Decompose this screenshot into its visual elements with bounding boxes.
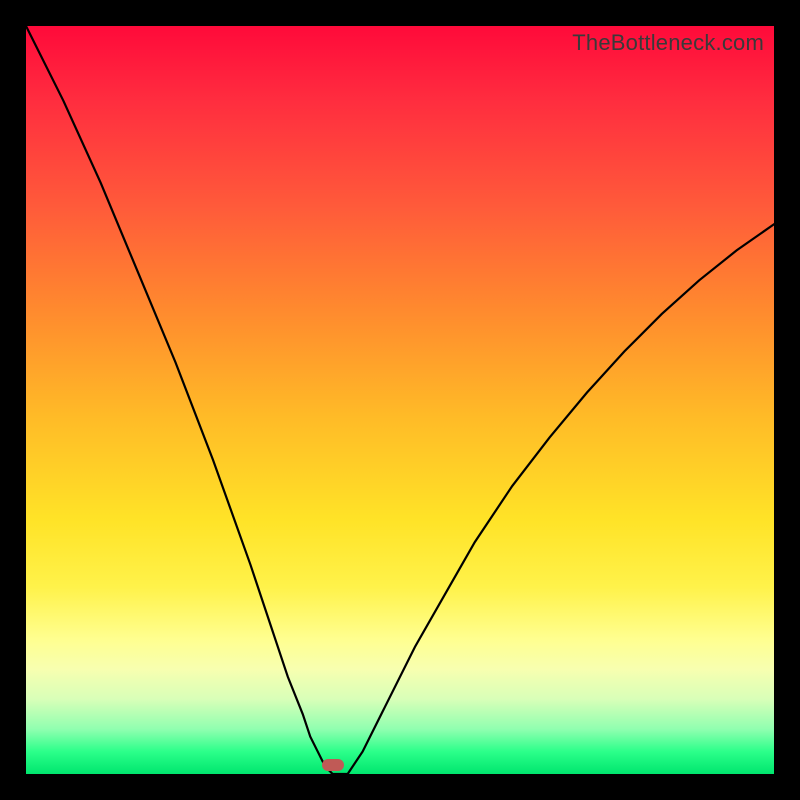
chart-frame: TheBottleneck.com [0,0,800,800]
optimum-marker [322,759,344,771]
bottleneck-curve [26,26,774,774]
plot-area: TheBottleneck.com [26,26,774,774]
